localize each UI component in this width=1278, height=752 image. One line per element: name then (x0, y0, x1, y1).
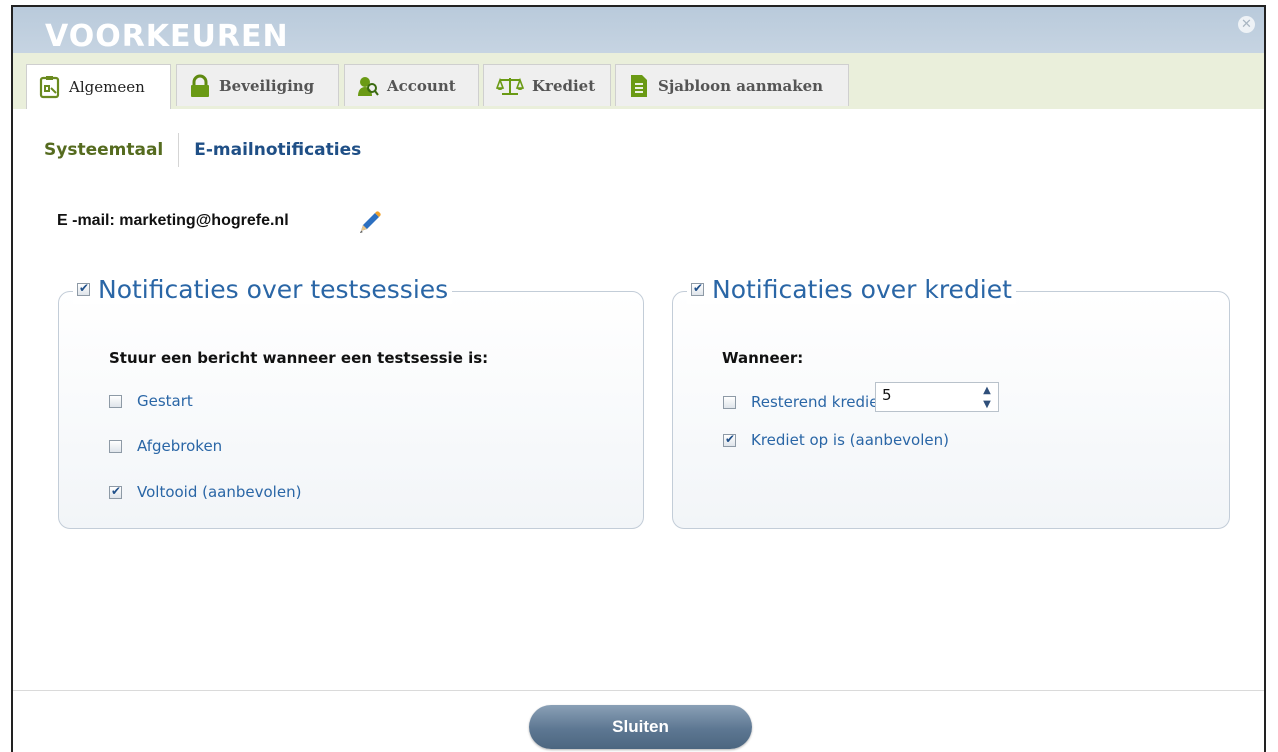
panel-test-notifications: Notificaties over testsessies Stuur een … (58, 275, 644, 529)
tab-label: Sjabloon aanmaken (658, 76, 824, 95)
tab-label: Krediet (532, 76, 596, 95)
dialog-titlebar: VOORKEUREN ✕ (13, 7, 1264, 53)
close-icon[interactable]: ✕ (1238, 16, 1255, 33)
tab-label: Beveiliging (219, 76, 315, 95)
option-gestart: Gestart (109, 392, 193, 410)
tab-algemeen[interactable]: Algemeen (26, 64, 171, 109)
checkbox-afgebroken[interactable] (109, 439, 122, 453)
legend-text: Notificaties over testsessies (98, 275, 449, 304)
tab-bar: Algemeen Beveiliging Account Krediet Sja… (13, 53, 1264, 109)
option-voltooid: Voltooid (aanbevolen) (109, 483, 301, 501)
checkbox-resterend[interactable] (723, 395, 736, 409)
dialog-title: VOORKEUREN (45, 19, 289, 51)
tab-label: Account (387, 76, 456, 95)
panel-heading: Wanneer: (722, 349, 804, 367)
pencil-icon[interactable] (357, 209, 381, 235)
panel-legend: Notificaties over krediet (687, 275, 1016, 304)
panel-legend: Notificaties over testsessies (73, 275, 453, 304)
tab-label: Algemeen (69, 78, 145, 96)
tab-krediet[interactable]: Krediet (483, 64, 611, 106)
legend-checkbox-credit[interactable] (691, 281, 704, 296)
preferences-dialog: VOORKEUREN ✕ Algemeen Beveiliging Accoun… (11, 5, 1266, 752)
option-afgebroken: Afgebroken (109, 437, 222, 455)
option-label: Gestart (137, 392, 193, 410)
scale-icon (496, 74, 524, 98)
checkbox-krediet-op[interactable] (723, 432, 736, 447)
option-label: Voltooid (aanbevolen) (137, 483, 302, 501)
checkbox-gestart[interactable] (109, 394, 122, 408)
legend-checkbox-tests[interactable] (77, 281, 90, 296)
stepper-value: 5 (882, 386, 892, 404)
sub-navigation: Systeemtaal E-mailnotificaties (44, 133, 361, 167)
chevron-up-icon[interactable]: ▲ (976, 383, 998, 397)
subnav-emailnotificaties[interactable]: E-mailnotificaties (179, 133, 361, 167)
subnav-systeemtaal[interactable]: Systeemtaal (44, 133, 180, 167)
option-label: Krediet op is (aanbevolen) (751, 431, 949, 449)
legend-text: Notificaties over krediet (712, 275, 1012, 304)
credit-threshold-stepper[interactable]: 5 ▲ ▼ (875, 382, 999, 412)
tab-beveiliging[interactable]: Beveiliging (176, 64, 339, 106)
clipboard-icon (39, 75, 61, 99)
user-search-icon (357, 74, 379, 98)
email-label: E -mail: marketing@hogrefe.nl (57, 212, 289, 229)
lock-icon (189, 74, 211, 98)
document-icon (628, 74, 650, 98)
footer-divider (13, 690, 1264, 691)
close-button[interactable]: Sluiten (529, 705, 752, 749)
tab-account[interactable]: Account (344, 64, 479, 106)
checkbox-voltooid[interactable] (109, 484, 122, 499)
option-label: Afgebroken (137, 437, 223, 455)
panel-heading: Stuur een bericht wanneer een testsessie… (109, 349, 489, 367)
chevron-down-icon[interactable]: ▼ (976, 397, 998, 411)
option-krediet-op: Krediet op is (aanbevolen) (723, 431, 949, 449)
tab-sjabloon-aanmaken[interactable]: Sjabloon aanmaken (615, 64, 849, 106)
